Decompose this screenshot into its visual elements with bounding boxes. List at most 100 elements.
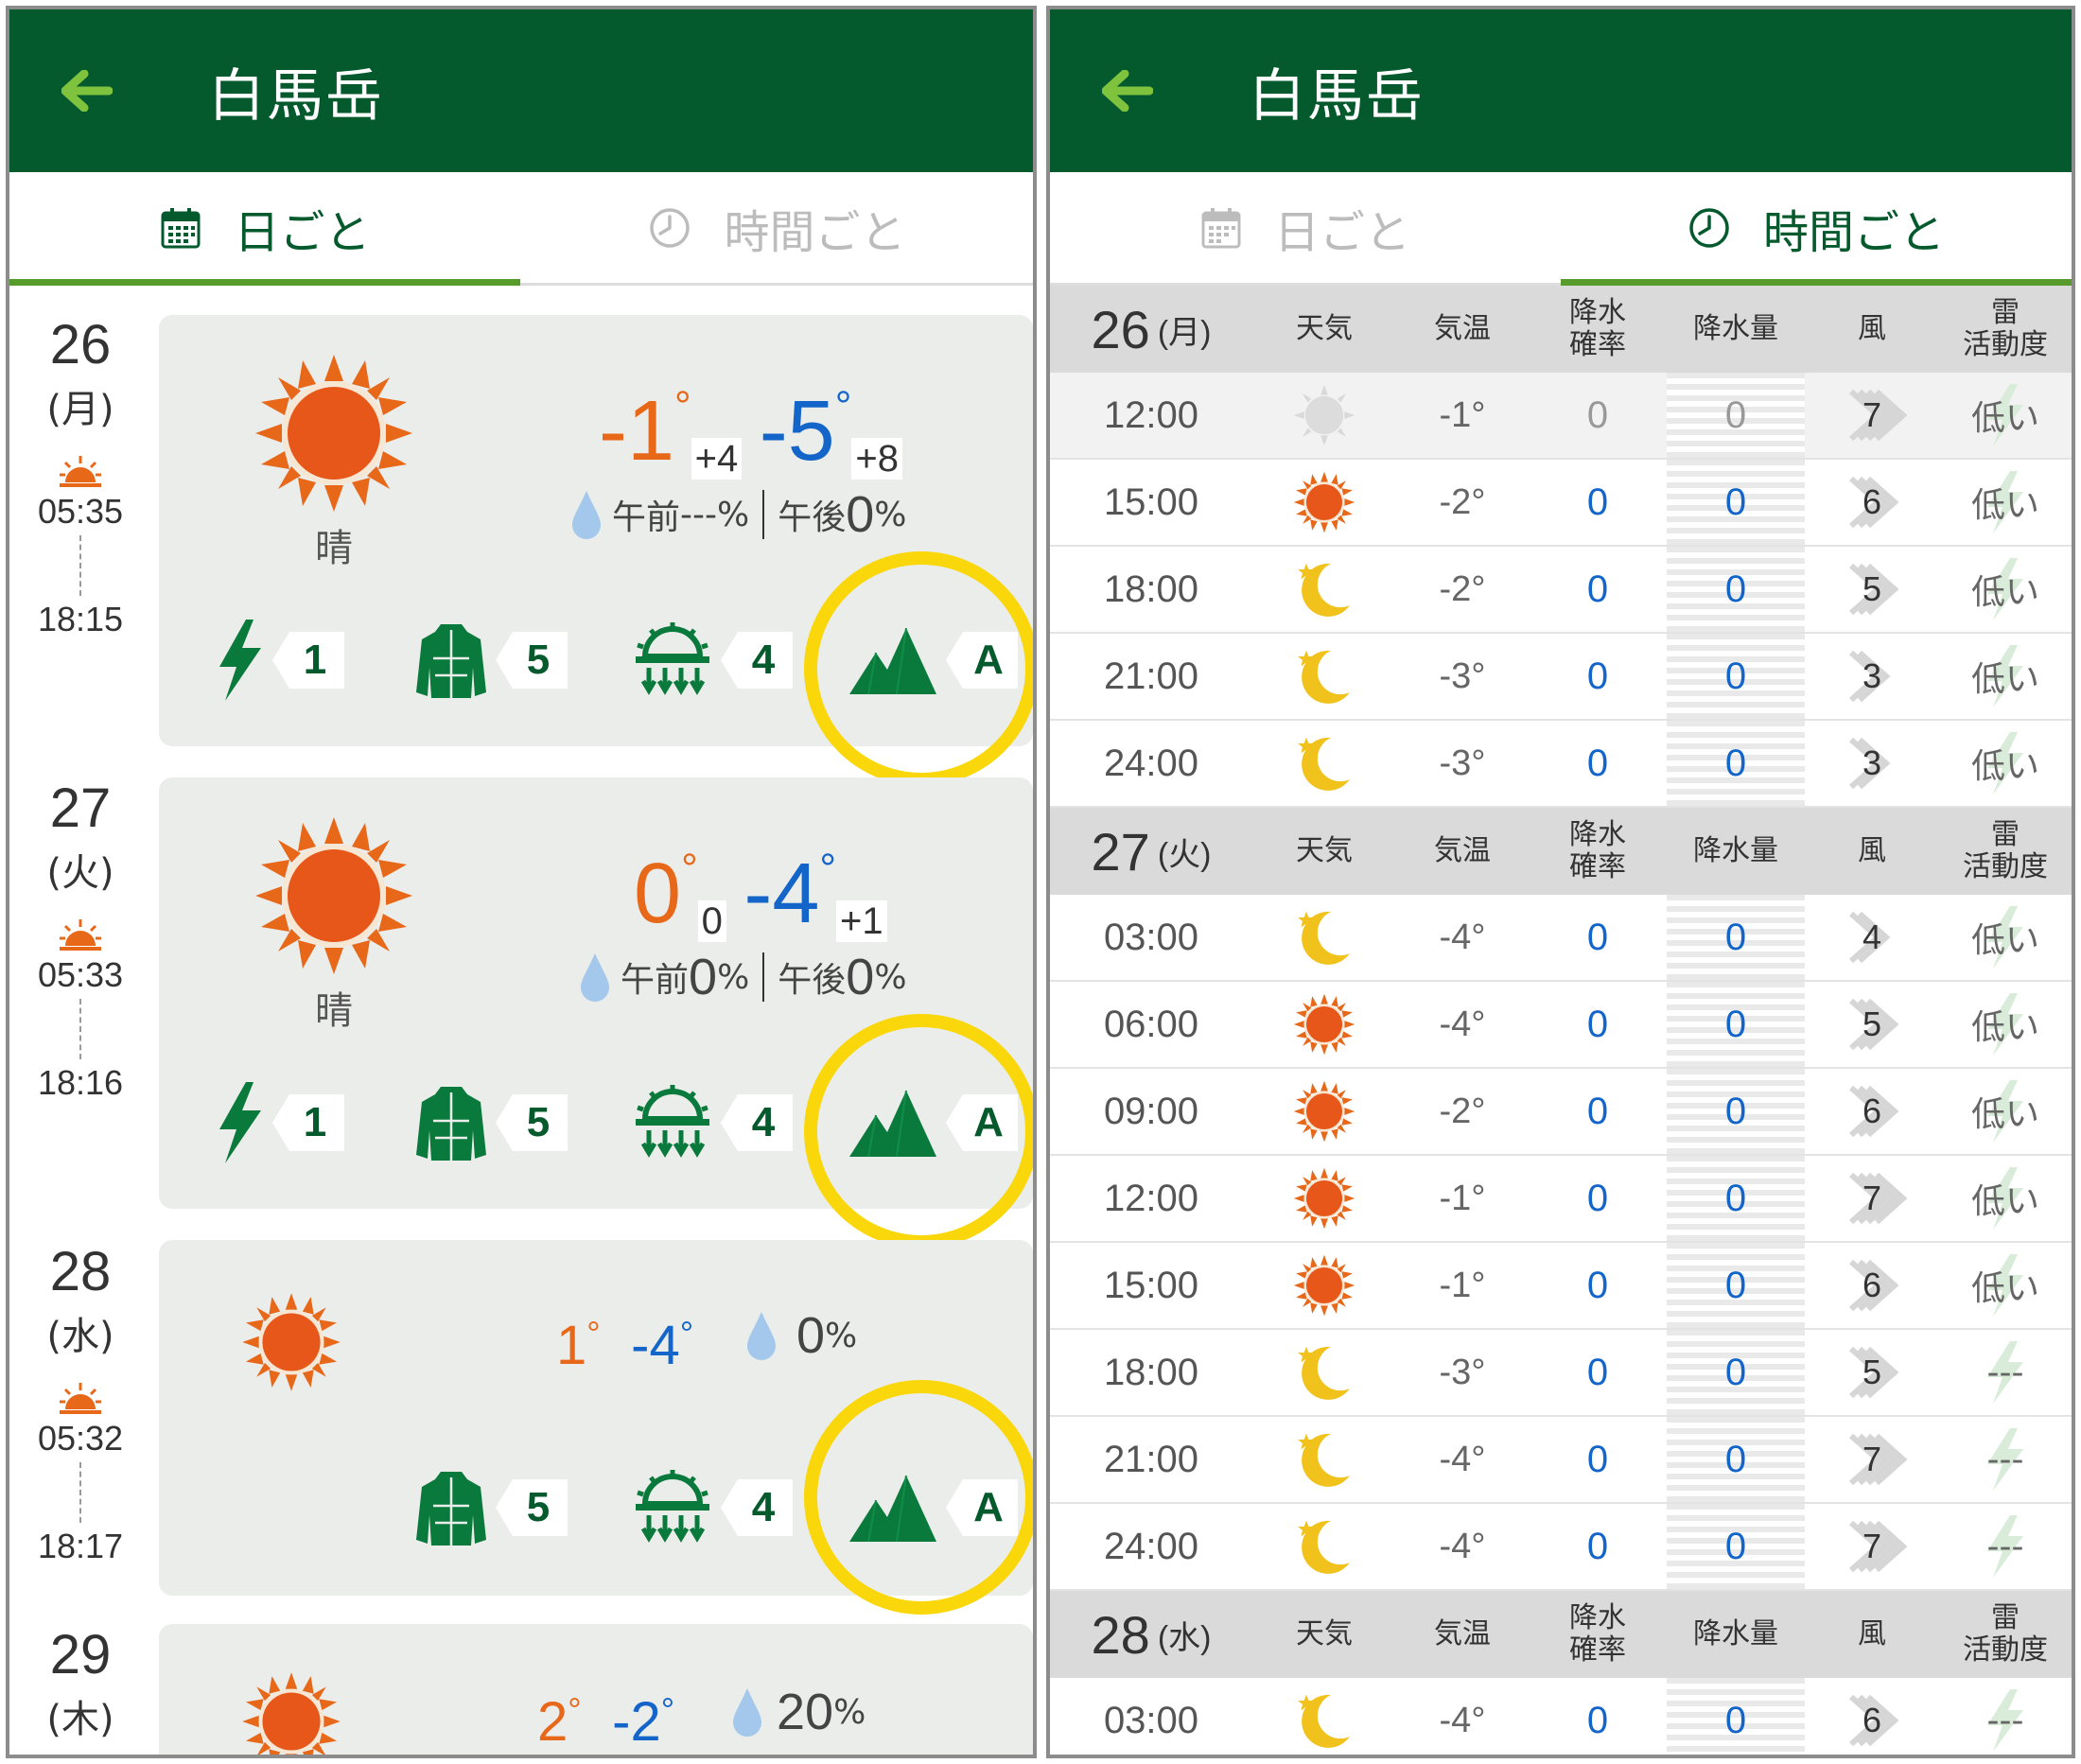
lightning-icon: 低い [1963, 1078, 2048, 1144]
hourly-row[interactable]: 15:00 -2° 0 0 6 低い [1050, 460, 2072, 547]
time-cell: 24:00 [1103, 1525, 1199, 1567]
sun-icon [241, 1671, 341, 1758]
hourly-row[interactable]: 03:00 -4° 0 0 4 低い [1050, 895, 2072, 982]
tab-daily[interactable]: 日ごと [9, 172, 521, 283]
clothing-value: 5 [496, 1479, 568, 1536]
thunder-cell: 低い [1939, 1069, 2072, 1154]
precip-prob-cell: 0 [1586, 393, 1609, 436]
hourly-row[interactable]: 21:00 -3° 0 0 3 低い [1050, 634, 2072, 721]
wind-speed: 3 [1862, 656, 1882, 695]
clothing-index[interactable]: 5 [414, 618, 568, 703]
app-header: 白馬岳 [9, 9, 1033, 172]
date-cell: 27 (火) [1050, 808, 1252, 895]
lightning-index[interactable]: 1 [216, 1080, 344, 1165]
tab-daily[interactable]: 日ごと [1050, 172, 1561, 283]
high-temp-diff: +4 [691, 438, 743, 480]
pct-symbol: % [874, 495, 907, 534]
raindrop-icon [747, 1312, 776, 1360]
page-title: 白馬岳 [1249, 62, 1425, 130]
clothing-value: 5 [496, 632, 568, 689]
weather-cell [1252, 721, 1396, 806]
frost-index[interactable]: 4 [632, 1465, 793, 1550]
weekday: (水) [46, 1315, 114, 1358]
sun-icon [254, 353, 414, 514]
hourly-row[interactable]: 09:00 -2° 0 0 6 低い [1050, 1069, 2072, 1156]
weather-label: 晴 [315, 527, 353, 570]
back-button[interactable] [1050, 70, 1163, 112]
weather-cell [1252, 1417, 1396, 1502]
tab-hourly[interactable]: 時間ごと [1561, 172, 2072, 283]
daylight-divider [79, 1462, 81, 1523]
thunder-cell: 低い [1939, 895, 2072, 980]
weather-cell [1252, 1678, 1396, 1755]
temp-cell: -4° [1439, 917, 1486, 957]
daylight-divider [79, 535, 81, 596]
wind-direction-icon: 5 [1834, 991, 1910, 1057]
tab-hourly[interactable]: 時間ごと [521, 172, 1033, 283]
frost-index[interactable]: 4 [632, 1080, 793, 1165]
thunder-cell: --- [1939, 1678, 2072, 1755]
thunder-level: 低い [1970, 747, 2039, 786]
hourly-row[interactable]: 12:00 -1° 0 0 7 低い [1050, 1156, 2072, 1243]
pct-symbol: % [833, 1692, 866, 1732]
wind-direction-icon: 6 [1834, 1687, 1910, 1754]
clothing-index[interactable]: 5 [414, 1080, 568, 1165]
day-card[interactable]: 2° -2° 20% [159, 1624, 1033, 1758]
wind-cell: 4 [1805, 895, 1939, 980]
rain-pm-label: 午後 [778, 498, 847, 537]
precip-amount-cell: 0 [1667, 1330, 1805, 1415]
lightning-index[interactable]: 1 [216, 618, 344, 703]
day-number: 29 [49, 1624, 112, 1685]
hourly-row[interactable]: 03:00 -4° 0 0 6 --- [1050, 1678, 2072, 1755]
weather-label: 晴 [315, 989, 353, 1033]
precip-prob-cell: 0 [1586, 742, 1609, 784]
high-temp: 2 [537, 1691, 568, 1753]
weather-cell [1252, 1330, 1396, 1415]
date-header-row: 27 (火) 天気 気温 降水 確率 降水量 風 雷 活動度 [1050, 808, 2072, 895]
divider [762, 490, 765, 539]
frost-index[interactable]: 4 [632, 618, 793, 703]
hourly-row[interactable]: 18:00 -2° 0 0 5 低い [1050, 547, 2072, 634]
sunset-time: 18:15 [37, 600, 124, 638]
hourly-row[interactable]: 24:00 -3° 0 0 3 低い [1050, 721, 2072, 808]
hourly-forecast-screen: 白馬岳 日ごと 時間ごと 26 (月) 天気 気温 降水 確率 降水量風雷 活動度 12:0… [1046, 6, 2075, 1758]
wind-speed: 6 [1862, 1092, 1882, 1130]
hourly-row[interactable]: 21:00 -4° 0 0 7 --- [1050, 1417, 2072, 1504]
column-header: 風 [1858, 312, 1886, 345]
precip-amount-cell: 0 [1667, 1504, 1805, 1589]
sunset-time: 18:16 [37, 1063, 124, 1102]
wind-direction-icon: 6 [1834, 469, 1910, 535]
thunder-level: 低い [1970, 1182, 2039, 1221]
rain-pm-label: 午後 [778, 961, 847, 1000]
weather-cell [1252, 460, 1396, 545]
thunder-level: --- [1986, 1440, 2024, 1479]
hourly-table[interactable]: 26 (月) 天気 気温 降水 確率 降水量風雷 活動度 12:00 -1° 0 0 7 低い 15:0… [1050, 286, 2072, 1755]
date-column: 27 (火) 05:33 18:16 [9, 779, 151, 1103]
tab-bar: 日ごと 時間ごと [9, 172, 1033, 286]
thunder-level: 低い [1970, 399, 2039, 438]
lightning-icon [219, 620, 261, 701]
deg-symbol: ° [660, 1690, 675, 1729]
hourly-row[interactable]: 06:00 -4° 0 0 5 低い [1050, 982, 2072, 1069]
hourly-row[interactable]: 24:00 -4° 0 0 7 --- [1050, 1504, 2072, 1591]
wind-direction-icon: 7 [1834, 1165, 1910, 1231]
wind-direction-icon: 6 [1834, 1252, 1910, 1319]
raindrop-icon [572, 491, 601, 539]
back-button[interactable] [9, 70, 123, 112]
clothing-index[interactable]: 5 [414, 1465, 568, 1550]
hourly-row[interactable]: 18:00 -3° 0 0 5 --- [1050, 1330, 2072, 1417]
deg-symbol: ° [586, 1314, 601, 1353]
hourly-row[interactable]: 15:00 -1° 0 0 6 低い [1050, 1243, 2072, 1330]
time-cell: 03:00 [1103, 1699, 1199, 1741]
column-header: 降水量 [1693, 312, 1778, 345]
lightning-icon: 低い [1963, 1165, 2048, 1231]
hourly-row[interactable]: 12:00 -1° 0 0 7 低い [1050, 373, 2072, 460]
column-header: 天気 [1296, 1617, 1353, 1650]
moon-icon [1298, 911, 1350, 965]
lightning-icon: 低い [1963, 904, 2048, 970]
thunder-level: 低い [1970, 660, 2039, 699]
moon-icon [1298, 563, 1350, 617]
pct-symbol: % [825, 1316, 858, 1355]
thunder-cell: 低い [1939, 373, 2072, 458]
daily-list[interactable]: 26 (月) 05:35 18:15 晴 -1°+4 -5°+8 午前 ---% … [9, 286, 1033, 1758]
